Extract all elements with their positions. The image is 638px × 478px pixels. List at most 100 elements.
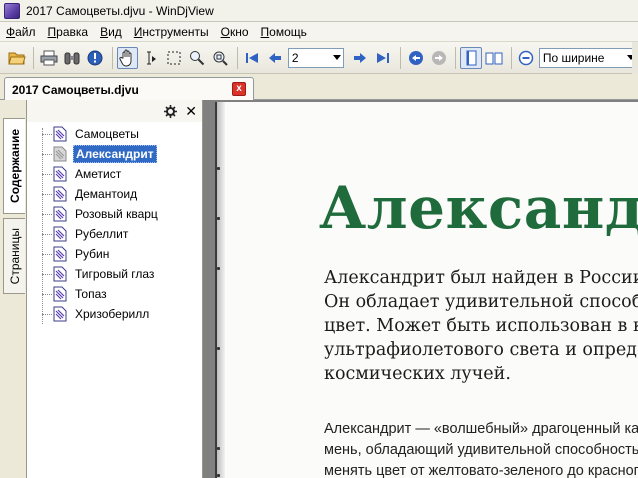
contents-item[interactable]: Рубеллит	[42, 224, 130, 244]
menu-view-label: ид	[108, 24, 122, 39]
bookmark-page-icon	[53, 166, 67, 182]
magnifier-icon	[189, 50, 205, 65]
zoom-in-tool-button[interactable]	[186, 47, 207, 69]
last-page-button[interactable]	[373, 47, 394, 69]
toolbar-separator	[236, 46, 238, 69]
menu-window-label: кно	[229, 24, 249, 39]
contents-item[interactable]: Топаз	[42, 284, 109, 304]
menu-tools[interactable]: Инструменты	[128, 25, 215, 39]
menu-help-label: омощь	[269, 24, 307, 39]
menu-file[interactable]: Файл	[0, 25, 42, 39]
tab-contents-label: Содержание	[7, 129, 22, 203]
page-number-combo[interactable]: 2	[287, 47, 344, 68]
contents-tree: Самоцветы Александрит Аметист Демантоид Розо…	[27, 122, 203, 478]
menu-file-label: айл	[15, 24, 36, 39]
lead-line: цвет. Может быть использован в качестве	[324, 316, 638, 336]
chevron-down-icon[interactable]	[332, 54, 341, 60]
text-cursor-icon	[147, 51, 157, 64]
tab-contents[interactable]: Содержание	[3, 118, 25, 214]
selection-rect-icon	[167, 51, 181, 64]
text-select-button[interactable]	[140, 47, 161, 69]
app-icon	[4, 2, 20, 19]
bookmark-page-icon	[53, 286, 67, 302]
contents-item[interactable]: Самоцветы	[42, 124, 141, 144]
contents-item-label: Рубеллит	[75, 227, 129, 241]
single-page-button[interactable]	[460, 46, 482, 69]
menu-window[interactable]: Окно	[215, 25, 255, 39]
zoom-out-button[interactable]	[516, 47, 537, 69]
contents-item[interactable]: Тигровый глаз	[42, 264, 156, 284]
menu-bar: Файл Правка Вид Инструменты Окно Помощь	[0, 22, 638, 42]
side-tab-bar: Содержание Страницы	[0, 100, 27, 478]
contents-item[interactable]: Хризоберилл	[42, 304, 151, 324]
single-page-icon	[466, 50, 477, 65]
zoom-rect-button[interactable]	[209, 47, 230, 69]
menu-edit[interactable]: Правка	[42, 25, 95, 39]
minus-circle-icon	[518, 50, 534, 65]
bookmark-page-icon	[53, 126, 67, 142]
back-circle-icon	[408, 50, 423, 65]
panel-settings-button[interactable]	[163, 104, 177, 118]
contents-item[interactable]: Розовый кварц	[42, 204, 160, 224]
contents-item-label: Рубин	[75, 247, 110, 261]
contents-item-label: Тигровый глаз	[75, 267, 155, 281]
prev-page-button[interactable]	[265, 47, 286, 69]
contents-item[interactable]: Демантоид	[42, 184, 139, 204]
contents-item-label: Хризоберилл	[75, 307, 150, 321]
open-button[interactable]	[6, 47, 27, 69]
document-page: Александрит Александрит был найден в Рос…	[215, 102, 638, 478]
tree-branch-line	[42, 213, 52, 215]
page-gutter-shade	[217, 102, 225, 478]
contents-item[interactable]: Александрит	[42, 144, 157, 164]
find-button[interactable]	[61, 47, 82, 69]
menu-view-accel: В	[100, 24, 109, 39]
contents-item[interactable]: Рубин	[42, 244, 111, 264]
document-view[interactable]: Александрит Александрит был найден в Рос…	[203, 100, 638, 478]
magnifier-rect-icon	[213, 51, 228, 66]
document-tab[interactable]: 2017 Самоцветы.djvu x	[4, 77, 254, 101]
forward-button[interactable]	[428, 47, 449, 69]
back-button[interactable]	[405, 47, 426, 69]
page-binding-mark	[217, 347, 220, 350]
contents-item[interactable]: Аметист	[42, 164, 123, 184]
toolbar-separator	[111, 46, 113, 69]
document-tab-label: 2017 Самоцветы.djvu	[12, 82, 139, 97]
print-button[interactable]	[38, 47, 59, 69]
menu-edit-accel: П	[47, 24, 57, 39]
menu-view[interactable]: Вид	[94, 25, 128, 39]
body-line: мень, обладающий удивительной способност…	[324, 442, 638, 458]
menu-file-accel: Ф	[6, 24, 16, 39]
info-button[interactable]	[84, 47, 105, 69]
menu-help-accel: П	[260, 24, 270, 39]
lead-line: Он обладает удивительной способностью ме…	[324, 292, 638, 312]
tab-pages[interactable]: Страницы	[3, 218, 25, 294]
menu-help[interactable]: Помощь	[255, 25, 313, 39]
rect-select-button[interactable]	[163, 47, 184, 69]
contents-item-label: Топаз	[75, 287, 107, 301]
page-binding-mark	[217, 217, 220, 220]
bookmark-page-icon	[53, 266, 67, 282]
tree-branch-line	[42, 273, 52, 275]
contents-item-label: Демантоид	[75, 187, 138, 201]
close-tab-button[interactable]: x	[232, 82, 246, 96]
bookmark-page-icon	[53, 246, 67, 262]
menu-edit-label: равка	[56, 24, 89, 39]
last-page-icon	[377, 52, 390, 63]
menu-tools-label: нструменты	[142, 24, 209, 39]
zoom-combo[interactable]: По ширине	[538, 47, 638, 68]
page-binding-mark	[217, 474, 220, 477]
hand-tool-button[interactable]	[116, 46, 138, 69]
bookmark-page-icon	[53, 306, 67, 322]
first-page-button[interactable]	[242, 47, 263, 69]
info-icon	[87, 50, 103, 65]
panel-close-button[interactable]: ✕	[185, 104, 197, 118]
body-line: Александрит — «волшебный» драгоценный ка…	[324, 421, 638, 437]
window-title: 2017 Самоцветы.djvu - WinDjView	[26, 3, 214, 18]
tree-branch-line	[42, 153, 52, 155]
hand-icon	[119, 49, 132, 66]
printer-icon	[40, 50, 58, 65]
next-page-button[interactable]	[350, 47, 371, 69]
tree-branch-line	[42, 253, 52, 255]
facing-pages-button[interactable]	[484, 47, 505, 69]
arrow-left-icon	[269, 52, 282, 63]
